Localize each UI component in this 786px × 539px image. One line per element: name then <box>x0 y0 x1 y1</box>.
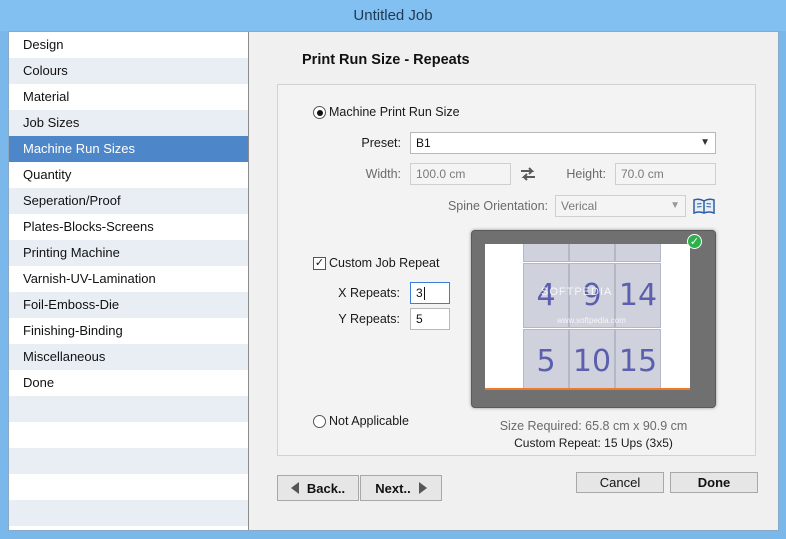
sidebar-item-plates-blocks-screens[interactable]: Plates-Blocks-Screens <box>9 214 248 240</box>
sidebar-item-colours[interactable]: Colours <box>9 58 248 84</box>
spine-orientation-value: Verical <box>561 199 598 213</box>
check-icon: ✓ <box>687 234 702 249</box>
not-applicable-radio[interactable] <box>313 415 326 428</box>
check-icon: ✓ <box>314 257 325 269</box>
sidebar-item-job-sizes[interactable]: Job Sizes <box>9 110 248 136</box>
size-required-text: Size Required: 65.8 cm x 90.9 cm <box>499 419 688 433</box>
custom-repeat-summary: Custom Repeat: 15 Ups (3x5) <box>514 436 673 450</box>
sidebar-item-miscellaneous[interactable]: Miscellaneous <box>9 344 248 370</box>
repeat-cell <box>569 244 615 262</box>
y-repeats-label: Y Repeats: <box>338 312 400 326</box>
sidebar-item-quantity[interactable]: Quantity <box>9 162 248 188</box>
watermark: SOFTPEDIA <box>541 286 613 298</box>
cancel-button-label: Cancel <box>599 475 641 490</box>
repeat-number: 14 <box>618 278 658 313</box>
next-button[interactable]: Next.. <box>360 475 442 501</box>
sidebar-item-design[interactable]: Design <box>9 32 248 58</box>
arrow-left-icon <box>290 482 299 494</box>
repeat-cell: 10 <box>569 329 615 388</box>
sidebar-item-varnish-uv-lamination[interactable]: Varnish-UV-Lamination <box>9 266 248 292</box>
title-bar: Untitled Job <box>0 0 786 31</box>
dialog-client: Design Colours Material Job Sizes Machin… <box>8 31 779 531</box>
custom-repeat-checkbox[interactable]: ✓ <box>313 257 326 270</box>
repeat-cell: 5 <box>523 329 569 388</box>
sidebar-item-printing-machine[interactable]: Printing Machine <box>9 240 248 266</box>
repeat-cell: 15 <box>615 329 661 388</box>
height-field[interactable]: 70.0 cm <box>615 163 716 185</box>
main-content: Print Run Size - Repeats Machine Print R… <box>249 32 779 530</box>
page-title: Print Run Size - Repeats <box>302 52 470 68</box>
y-repeats-input[interactable]: 5 <box>410 308 450 330</box>
swap-icon[interactable] <box>519 165 537 183</box>
chevron-down-icon: ▼ <box>670 200 680 211</box>
spine-orientation-label: Spine Orientation: <box>447 199 548 213</box>
x-repeats-label: X Repeats: <box>338 286 400 300</box>
book-icon[interactable] <box>692 197 716 215</box>
sidebar-item-seperation-proof[interactable]: Seperation/Proof <box>9 188 248 214</box>
layout-preview: 4 9 14 5 10 15 SOFTPEDIA www.softpedia.c… <box>471 230 716 408</box>
repeat-number: 15 <box>618 343 658 379</box>
arrow-right-icon <box>418 482 427 494</box>
sidebar-item-machine-run-sizes[interactable]: Machine Run Sizes <box>9 136 248 162</box>
sidebar-empty-row <box>9 448 248 474</box>
sidebar-empty-row <box>9 500 248 526</box>
height-value: 70.0 cm <box>621 167 664 181</box>
done-button[interactable]: Done <box>670 472 758 493</box>
x-repeats-input[interactable]: 3 <box>410 282 450 304</box>
cancel-button[interactable]: Cancel <box>576 472 664 493</box>
sidebar-empty-row <box>9 422 248 448</box>
text-caret <box>423 287 425 301</box>
done-button-label: Done <box>697 475 731 490</box>
not-applicable-label[interactable]: Not Applicable <box>329 414 409 428</box>
preset-select[interactable]: B1 ▼ <box>410 132 716 154</box>
x-repeats-value: 3 <box>416 286 423 300</box>
sidebar: Design Colours Material Job Sizes Machin… <box>9 32 249 530</box>
machine-run-label[interactable]: Machine Print Run Size <box>329 105 460 119</box>
width-label: Width: <box>365 167 401 181</box>
sidebar-item-finishing-binding[interactable]: Finishing-Binding <box>9 318 248 344</box>
spine-orientation-select[interactable]: Verical ▼ <box>555 195 686 217</box>
sidebar-empty-row <box>9 474 248 500</box>
preset-label: Preset: <box>361 136 401 150</box>
repeat-number: 10 <box>572 343 612 379</box>
back-button-label: Back.. <box>306 480 346 496</box>
y-repeats-value: 5 <box>416 312 423 326</box>
next-button-label: Next.. <box>375 480 411 496</box>
machine-run-radio[interactable] <box>313 106 326 119</box>
back-button[interactable]: Back.. <box>277 475 359 501</box>
preset-value: B1 <box>416 136 431 150</box>
width-field[interactable]: 100.0 cm <box>410 163 511 185</box>
press-sheet: 4 9 14 5 10 15 SOFTPEDIA www.softpedia.c… <box>485 244 690 390</box>
height-label: Height: <box>566 167 606 181</box>
repeat-number: 5 <box>536 343 556 379</box>
repeat-cell <box>523 244 569 262</box>
settings-panel: Machine Print Run Size Preset: B1 ▼ Widt… <box>277 84 756 456</box>
sidebar-item-done[interactable]: Done <box>9 370 248 396</box>
sidebar-empty-row <box>9 396 248 422</box>
sidebar-item-material[interactable]: Material <box>9 84 248 110</box>
window-title: Untitled Job <box>353 7 433 24</box>
custom-repeat-label[interactable]: Custom Job Repeat <box>329 256 439 270</box>
chevron-down-icon: ▼ <box>700 137 710 148</box>
sidebar-item-foil-emboss-die[interactable]: Foil-Emboss-Die <box>9 292 248 318</box>
width-value: 100.0 cm <box>416 167 466 181</box>
watermark-url: www.softpedia.com <box>557 316 626 325</box>
repeat-cell <box>615 244 661 262</box>
